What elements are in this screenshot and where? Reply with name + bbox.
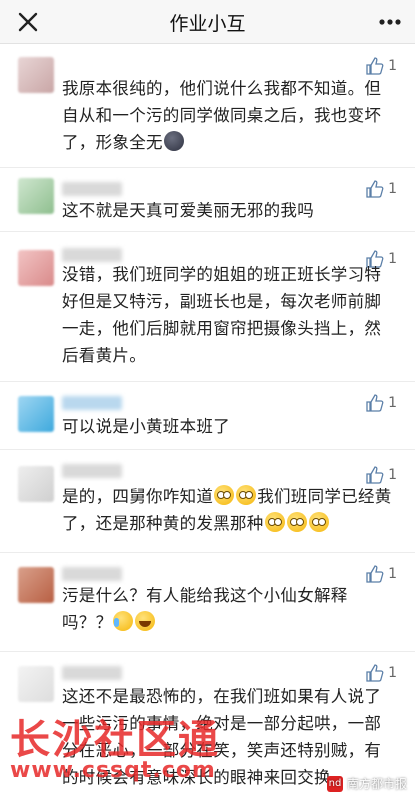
avatar[interactable] <box>18 396 54 432</box>
like-count: 1 <box>388 58 397 74</box>
thumbs-up-icon <box>366 466 384 484</box>
comment-text: 这不就是天真可爱美丽无邪的我吗 <box>62 201 314 220</box>
avatar[interactable] <box>18 57 54 93</box>
like-count: 1 <box>388 395 397 411</box>
flushed-face-emoji-icon <box>214 485 235 505</box>
more-options-icon[interactable] <box>377 10 403 34</box>
thumbs-up-icon <box>366 394 384 412</box>
author-name <box>62 567 122 581</box>
comment-text: 没错，我们班同学的姐姐的班正班长学习特好但是又特污，副班长也是，每次老师前脚一走… <box>62 265 382 365</box>
like-button[interactable]: 1 <box>365 55 397 77</box>
comment-item: 1 我原本很纯的，他们说什么我都不知道。但自从和一个污的同学做同桌之后，我也变坏… <box>0 45 415 168</box>
crying-face-emoji-icon <box>113 611 134 631</box>
author-name <box>62 396 122 410</box>
newspaper-logo-icon: nd <box>326 775 343 792</box>
comment-item: 1 这不就是天真可爱美丽无邪的我吗 <box>0 168 415 232</box>
like-count: 1 <box>388 665 397 681</box>
like-count: 1 <box>388 467 397 483</box>
like-count: 1 <box>388 181 397 197</box>
comment-item: 1 污是什么？有人能给我这个小仙女解释吗？？ <box>0 553 415 652</box>
like-count: 1 <box>388 566 397 582</box>
comment-text: 可以说是小黄班本班了 <box>62 417 230 436</box>
nav-bar: 作业小互 <box>0 0 415 44</box>
comment-item: 1 可以说是小黄班本班了 <box>0 382 415 450</box>
author-name <box>62 248 122 262</box>
author-name <box>62 464 122 478</box>
avatar[interactable] <box>18 178 54 214</box>
comment-item: 1 是的，四舅你咋知道 我们班同学已经黄了，还是那种黄的发黑那种 <box>0 450 415 553</box>
comment-text: 我原本很纯的，他们说什么我都不知道。但自从和一个污的同学做同桌之后，我也变坏了，… <box>62 79 382 152</box>
avatar[interactable] <box>18 666 54 702</box>
dark-face-emoji-icon <box>163 131 184 151</box>
author-name <box>62 182 122 196</box>
flushed-face-emoji-icon <box>236 485 257 505</box>
flushed-face-emoji-icon <box>264 512 285 532</box>
flushed-face-emoji-icon <box>286 512 307 532</box>
comment-item: 1 没错，我们班同学的姐姐的班正班长学习特好但是又特污，副班长也是，每次老师前脚… <box>0 232 415 382</box>
thumbs-up-icon <box>366 180 384 198</box>
source-watermark: nd 南方都市报 <box>326 775 407 792</box>
thumbs-up-icon <box>366 565 384 583</box>
comment-text: 是的，四舅你咋知道 我们班同学已经黄了，还是那种黄的发黑那种 <box>62 485 392 533</box>
laughing-face-emoji-icon <box>135 611 156 631</box>
avatar[interactable] <box>18 466 54 502</box>
source-name: 南方都市报 <box>346 777 407 791</box>
like-button[interactable]: 1 <box>365 662 397 684</box>
author-name <box>62 666 122 680</box>
like-button[interactable]: 1 <box>365 392 397 414</box>
thumbs-up-icon <box>366 57 384 75</box>
comment-text: 污是什么？有人能给我这个小仙女解释吗？？ <box>62 586 348 632</box>
flushed-face-emoji-icon <box>308 512 329 532</box>
thumbs-up-icon <box>366 664 384 682</box>
page-title: 作业小互 <box>169 13 246 35</box>
avatar[interactable] <box>18 567 54 603</box>
avatar[interactable] <box>18 250 54 286</box>
